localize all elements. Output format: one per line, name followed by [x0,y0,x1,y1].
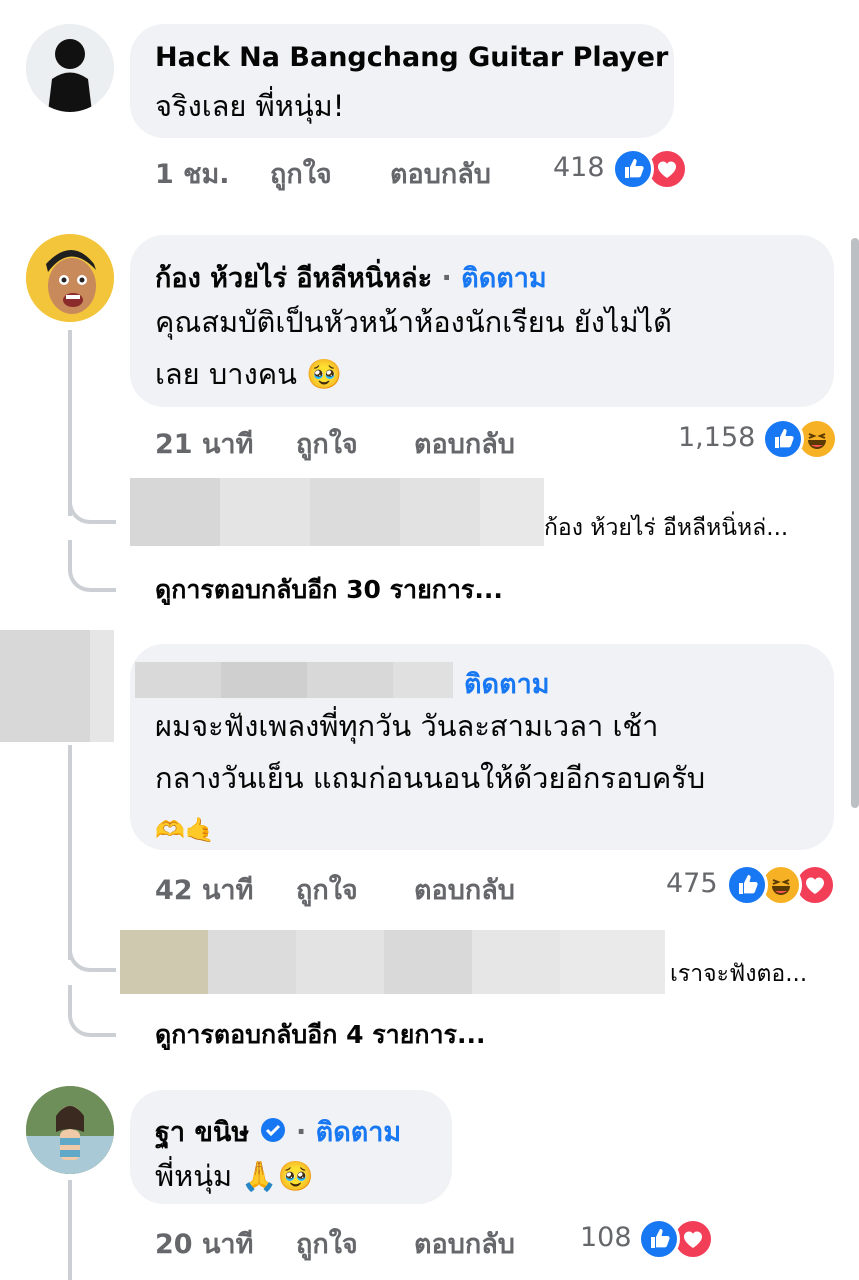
comment-text: พี่หนุ่ม 🙏🥹 [155,1150,314,1202]
verified-badge-icon [259,1116,287,1151]
follow-button[interactable]: ติดตาม [464,662,550,705]
person-avatar-icon [26,1086,114,1174]
blurred-reply-author [120,930,665,994]
like-icon [726,864,768,906]
heart-hands-emoji: 🫶🤙 [155,816,215,844]
reply-preview[interactable]: เราจะฟังตอ... [670,956,807,992]
comment-text: ผมจะฟังเพลงพี่ทุกวัน วันละสามเวลา เช้า ก… [155,700,705,856]
reaction-count[interactable]: 108 [580,1222,632,1253]
follow-button[interactable]: ติดตาม [461,263,547,294]
thread-connector [68,540,116,592]
pray-emoji: 🙏🥹 [241,1159,314,1193]
follow-button[interactable]: ติดตาม [316,1117,402,1148]
thread-line [68,330,72,516]
thread-connector [68,940,116,972]
thread-connector [68,490,116,524]
comment-text: จริงเลย พี่หนุ่ม! [155,89,345,123]
view-more-replies[interactable]: ดูการตอบกลับอีก 30 รายการ... [155,570,503,610]
like-button[interactable]: ถูกใจ [270,152,332,195]
comment-time[interactable]: 42 นาที [155,868,253,911]
comment-header: ฐา ขนิษ · ติดตาม [155,1110,401,1153]
comment-text-line: พี่หนุ่ม [155,1159,233,1193]
separator-dot: · [295,1117,307,1148]
comment-time[interactable]: 20 นาที [155,1222,253,1265]
comment-text-line: ผมจะฟังเพลงพี่ทุกวัน วันละสามเวลา เช้า [155,709,659,743]
silhouette-avatar-icon [26,24,114,112]
scrollbar[interactable] [851,238,859,808]
thread-connector [68,985,116,1037]
blurred-author-name [135,662,453,698]
like-button[interactable]: ถูกใจ [296,1222,358,1265]
comment-time[interactable]: 1 ชม. [155,152,230,195]
reaction-count[interactable]: 475 [666,868,718,899]
like-button[interactable]: ถูกใจ [296,868,358,911]
avatar[interactable] [26,234,114,322]
comment-author[interactable]: Hack Na Bangchang Guitar Player [155,42,668,73]
comment-text-line: คุณสมบัติเป็นหัวหน้าห้องนักเรียน ยังไม่ไ… [155,305,673,339]
like-icon [612,148,654,190]
comment-author[interactable]: ก้อง ห้วยไร่ อีหลีหนิ่หล่ะ [155,263,432,294]
person-avatar-icon [26,234,114,322]
thread-line [68,745,72,960]
reply-preview[interactable]: ก้อง ห้วยไร่ อีหลีหนิ่หล่... [544,510,788,546]
reaction-count[interactable]: 418 [553,152,605,183]
like-icon [762,418,804,460]
blurred-reply-author [130,478,544,546]
reply-button[interactable]: ตอบกลับ [414,868,515,911]
comment-header: ก้อง ห้วยไร่ อีหลีหนิ่หล่ะ · ติดตาม [155,256,547,299]
avatar[interactable] [26,1086,114,1174]
reply-button[interactable]: ตอบกลับ [390,152,491,195]
comment-author[interactable]: ฐา ขนิษ [155,1117,249,1148]
separator-dot: · [441,263,452,294]
avatar[interactable] [26,24,114,112]
blurred-avatar [0,630,114,742]
comment-text-line: กลางวันเย็น แถมก่อนนอนให้ด้วยอีกรอบครับ [155,761,706,795]
view-more-replies[interactable]: ดูการตอบกลับอีก 4 รายการ... [155,1015,485,1055]
comment-text: คุณสมบัติเป็นหัวหน้าห้องนักเรียน ยังไม่ไ… [155,296,672,400]
reply-button[interactable]: ตอบกลับ [414,1222,515,1265]
comment-text-line: เลย บางคน [155,357,297,391]
like-button[interactable]: ถูกใจ [296,422,358,465]
pleading-face-emoji: 🥹 [306,357,343,391]
comment-time[interactable]: 21 นาที [155,422,253,465]
reaction-count[interactable]: 1,158 [678,422,755,453]
thread-line [68,1180,72,1280]
like-icon [638,1218,680,1260]
reply-button[interactable]: ตอบกลับ [414,422,515,465]
